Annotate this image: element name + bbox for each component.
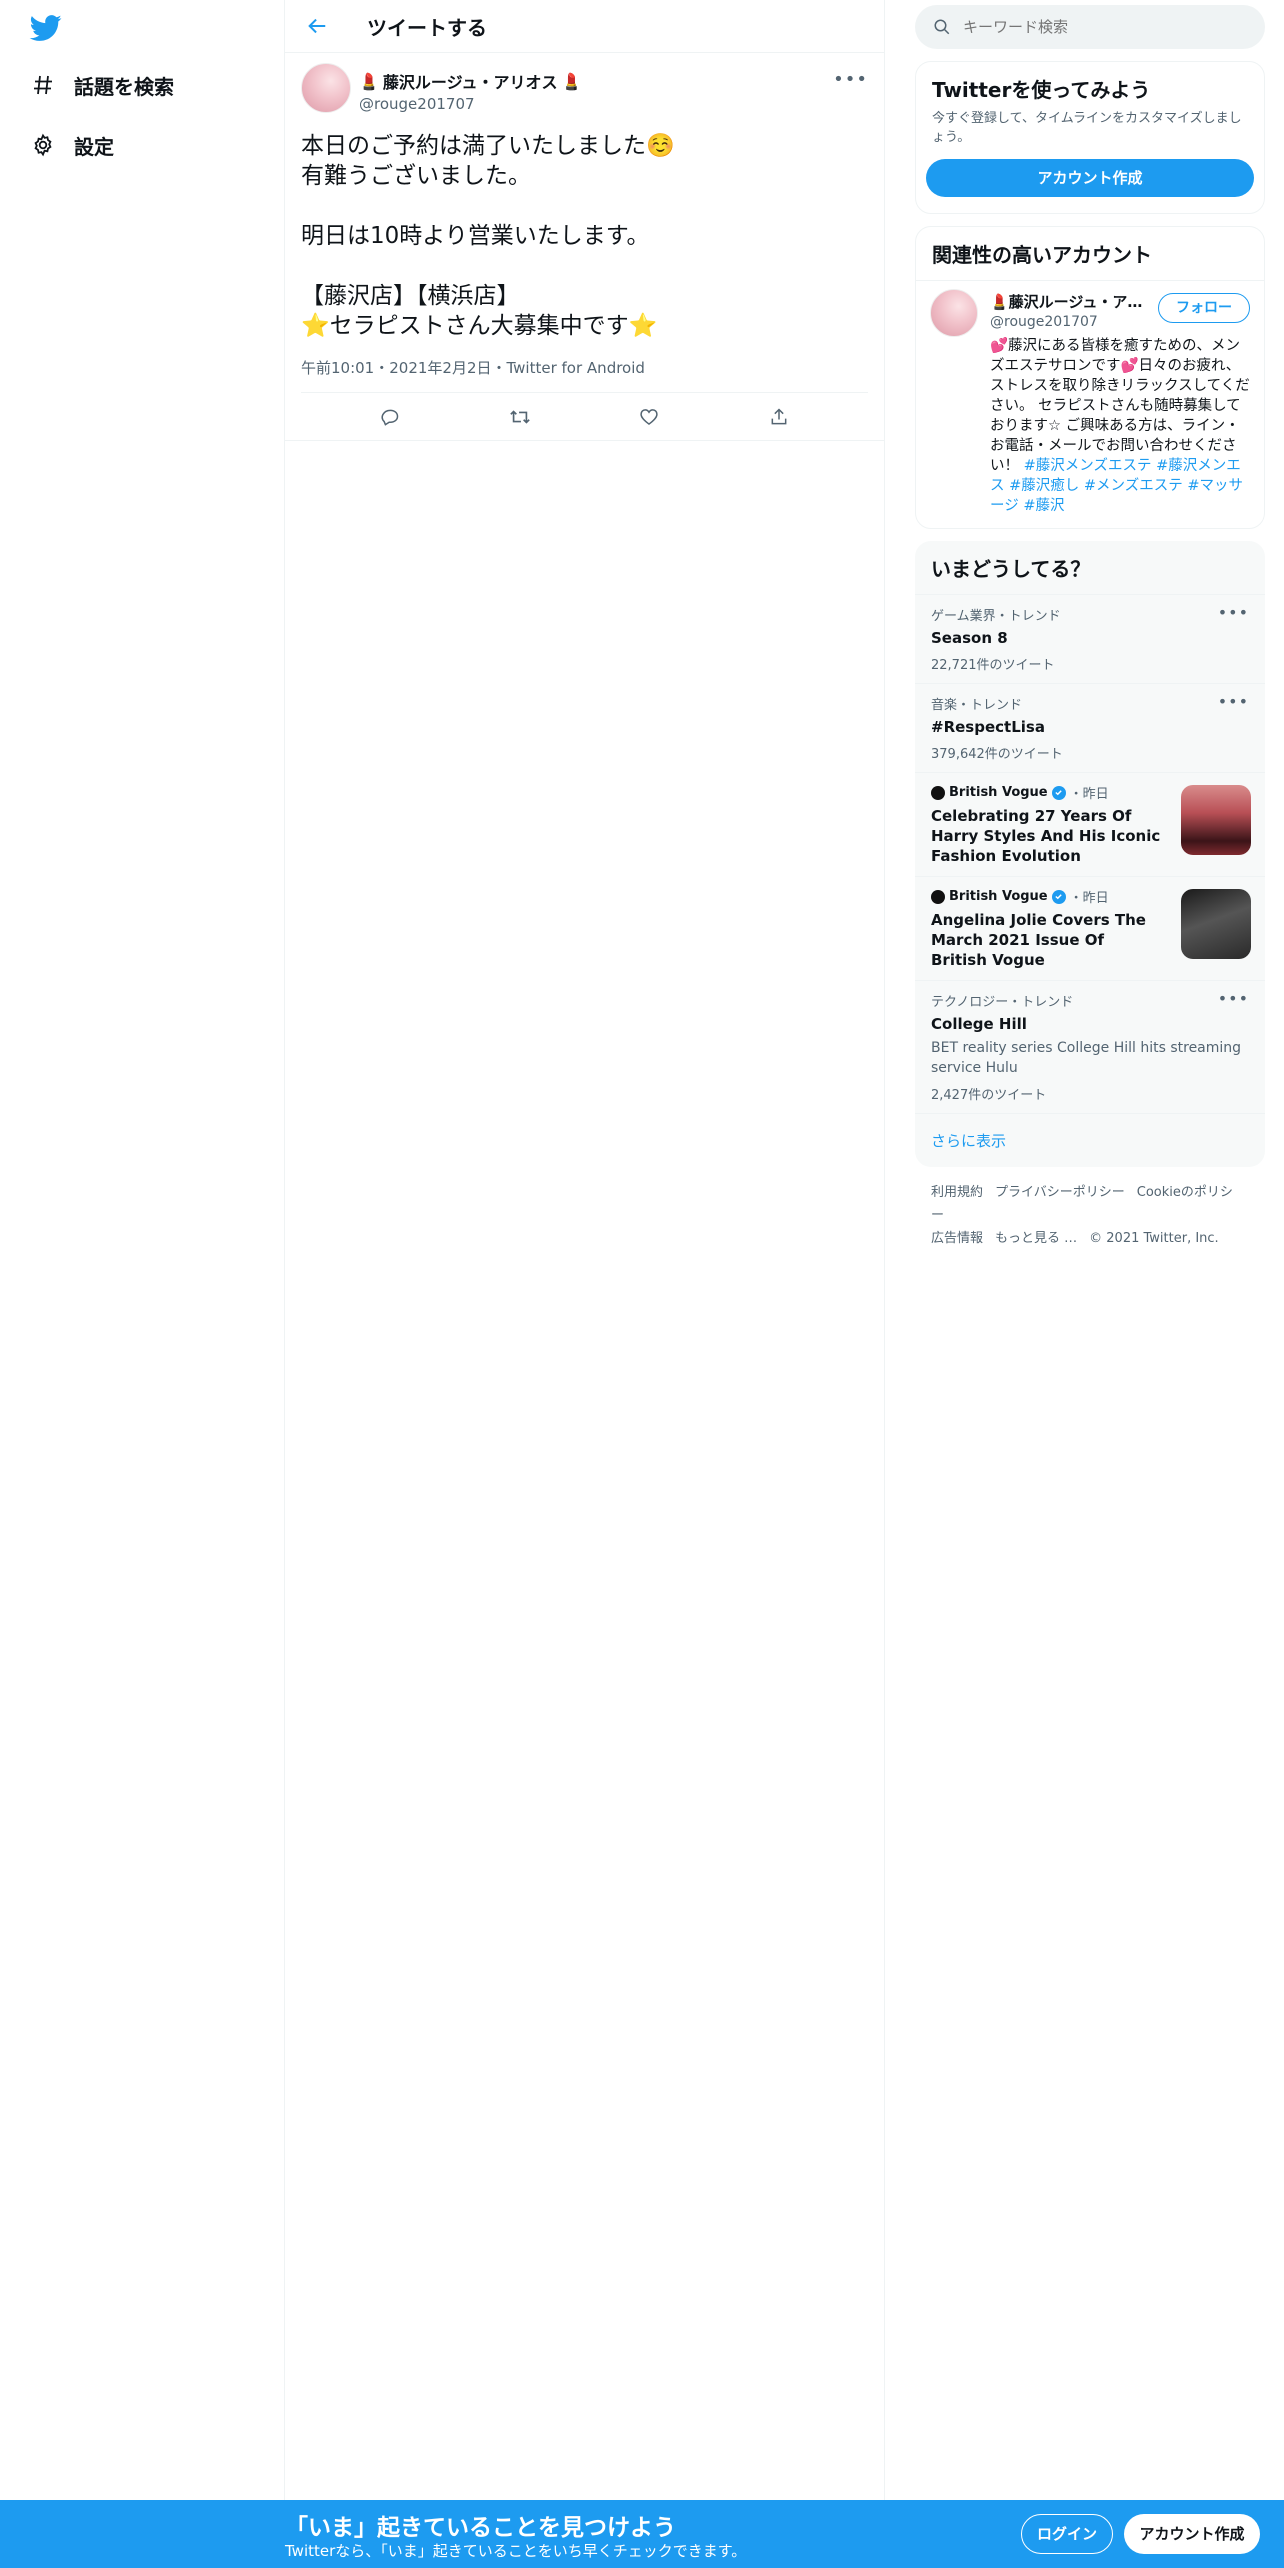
verified-icon xyxy=(1051,785,1066,800)
trend-count: 379,642件のツイート xyxy=(931,747,1063,762)
news-time: ・昨日 xyxy=(1069,787,1109,802)
news-source-logo xyxy=(931,889,945,904)
login-button[interactable]: ログイン xyxy=(1021,2514,1113,2554)
twitter-bird-icon[interactable] xyxy=(28,12,64,44)
account-bio-text: 💕藤沢にある皆様を癒すための、メンズエステサロンです💕日々のお疲れ、ストレスを取… xyxy=(990,338,1250,474)
trend-item[interactable]: ゲーム業界・トレンド Season 8 22,721件のツイート ••• xyxy=(915,594,1265,683)
tweet: 💄 藤沢ルージュ・アリオス 💄 @rouge201707 ••• 本日のご予約は… xyxy=(285,53,884,441)
news-thumbnail xyxy=(1181,889,1251,959)
account-bio: 💕藤沢にある皆様を癒すための、メンズエステサロンです💕日々のお疲れ、ストレスを取… xyxy=(990,336,1250,516)
hashtag-icon xyxy=(28,70,58,100)
page-header: ツイートする xyxy=(285,0,884,53)
news-headline: Angelina Jolie Covers The March 2021 Iss… xyxy=(931,911,1146,969)
trend-category: 音楽・トレンド xyxy=(931,698,1023,713)
left-navigation: 話題を検索 設定 xyxy=(0,0,285,2500)
footer: 利用規約 プライバシーポリシー Cookieのポリシー 広告情報 もっと見る … © 2… xyxy=(915,1167,1265,1264)
nav-explore-label: 話題を検索 xyxy=(74,74,174,99)
search-box[interactable] xyxy=(915,5,1265,49)
signup-card-description: 今すぐ登録して、タイムラインをカスタマイズしましょう。 xyxy=(932,111,1242,145)
nav-settings-label: 設定 xyxy=(74,134,114,159)
news-source: British Vogue xyxy=(949,785,1048,800)
tweet-text: 本日のご予約は満了いたしました☺️ 有難うございました。 明日は10時より営業い… xyxy=(301,133,675,339)
signup-button[interactable]: アカウント作成 xyxy=(1124,2514,1260,2554)
news-source-logo xyxy=(931,785,945,800)
trends-card: いまどうしてる？ ゲーム業界・トレンド Season 8 22,721件のツイー… xyxy=(915,541,1265,1167)
page-title: ツイートする xyxy=(367,15,487,40)
search-icon xyxy=(934,19,950,35)
tweet-author-handle[interactable]: @rouge201707 xyxy=(359,95,581,113)
footer-link-privacy[interactable]: プライバシーポリシー xyxy=(995,1185,1125,1200)
tweet-author-name[interactable]: 💄 藤沢ルージュ・アリオス 💄 xyxy=(359,69,581,93)
login-prompt-bar: 「いま」起きていることを見つけよう Twitterなら、「いま」起きていることを… xyxy=(0,2500,1284,2568)
trend-title: College Hill xyxy=(931,1015,1027,1033)
signup-card: Twitterを使ってみよう 今すぐ登録して、タイムラインをカスタマイズしましょ… xyxy=(915,61,1265,214)
share-icon[interactable] xyxy=(761,399,797,435)
more-options-icon[interactable]: ••• xyxy=(833,69,868,90)
more-options-icon[interactable]: ••• xyxy=(1218,692,1249,711)
avatar[interactable] xyxy=(930,289,978,337)
news-headline: Celebrating 27 Years Of Harry Styles And… xyxy=(931,807,1161,865)
footer-link-terms[interactable]: 利用規約 xyxy=(931,1185,983,1200)
create-account-button[interactable]: アカウント作成 xyxy=(926,159,1254,197)
trend-title: Season 8 xyxy=(931,629,1008,647)
follow-button[interactable]: フォロー xyxy=(1158,293,1250,323)
like-icon[interactable] xyxy=(631,399,667,435)
show-more-link[interactable]: さらに表示 xyxy=(915,1113,1265,1167)
verified-icon xyxy=(1051,889,1066,904)
trend-count: 22,721件のツイート xyxy=(931,658,1055,673)
trend-title: #RespectLisa xyxy=(931,718,1045,736)
more-options-icon[interactable]: ••• xyxy=(1218,989,1249,1008)
news-source: British Vogue xyxy=(949,889,1048,904)
login-prompt-title: 「いま」起きていることを見つけよう xyxy=(285,2515,676,2541)
reply-icon[interactable] xyxy=(372,399,408,435)
trend-description: BET reality series College Hill hits str… xyxy=(931,1040,1242,1076)
news-time: ・昨日 xyxy=(1069,891,1109,906)
search-input[interactable] xyxy=(963,18,1233,36)
sidebar-right: Twitterを使ってみよう 今すぐ登録して、タイムラインをカスタマイズしましょ… xyxy=(915,0,1265,1264)
retweet-icon[interactable] xyxy=(502,399,538,435)
login-prompt-subtitle: Twitterなら、「いま」起きていることをいち早くチェックできます。 xyxy=(285,2542,747,2560)
author-name-text: 藤沢ルージュ・アリオス xyxy=(382,73,558,92)
trend-category: テクノロジー・トレンド xyxy=(931,995,1074,1010)
trend-item[interactable]: 音楽・トレンド #RespectLisa 379,642件のツイート ••• xyxy=(915,683,1265,772)
footer-copyright: © 2021 Twitter, Inc. xyxy=(1089,1231,1219,1246)
main-column: ツイートする 💄 藤沢ルージュ・アリオス 💄 @rouge201707 ••• … xyxy=(285,0,885,2500)
lipstick-emoji: 💄 xyxy=(561,71,582,91)
relevant-accounts-title: 関連性の高いアカウント xyxy=(932,243,1152,267)
trend-count: 2,427件のツイート xyxy=(931,1088,1047,1103)
signup-card-title: Twitterを使ってみよう xyxy=(932,78,1151,102)
nav-settings[interactable]: 設定 xyxy=(28,125,114,165)
relevant-accounts-card: 関連性の高いアカウント 💄藤沢ルージュ・アリオス💄 @rouge201707 💕… xyxy=(915,226,1265,529)
trends-title: いまどうしてる？ xyxy=(931,557,1091,581)
avatar[interactable] xyxy=(301,63,351,113)
news-item[interactable]: British Vogue ・昨日 Celebrating 27 Years O… xyxy=(915,772,1265,876)
account-name[interactable]: 💄藤沢ルージュ・アリオス💄 xyxy=(990,291,1150,312)
footer-link-more[interactable]: もっと見る … xyxy=(995,1231,1077,1246)
arrow-left-icon xyxy=(308,18,326,34)
nav-explore[interactable]: 話題を検索 xyxy=(28,65,174,105)
footer-link-ads[interactable]: 広告情報 xyxy=(931,1231,983,1246)
gear-icon xyxy=(28,130,58,160)
tweet-actions xyxy=(285,393,884,441)
trend-category: ゲーム業界・トレンド xyxy=(931,609,1061,624)
account-bio-hashtags[interactable]: #藤沢メンズエステ #藤沢メンエス #藤沢癒し #メンズエステ #マッサージ #… xyxy=(990,458,1243,514)
back-button[interactable] xyxy=(299,8,335,44)
account-row[interactable]: 💄藤沢ルージュ・アリオス💄 @rouge201707 💕藤沢にある皆様を癒すため… xyxy=(916,280,1264,528)
news-thumbnail xyxy=(1181,785,1251,855)
more-options-icon[interactable]: ••• xyxy=(1218,603,1249,622)
news-item[interactable]: British Vogue ・昨日 Angelina Jolie Covers … xyxy=(915,876,1265,980)
lipstick-emoji: 💄 xyxy=(359,71,379,91)
trend-item[interactable]: テクノロジー・トレンド College Hill BET reality ser… xyxy=(915,980,1265,1113)
tweet-timestamp[interactable]: 午前10:01・2021年2月2日・Twitter for Android xyxy=(301,357,868,393)
